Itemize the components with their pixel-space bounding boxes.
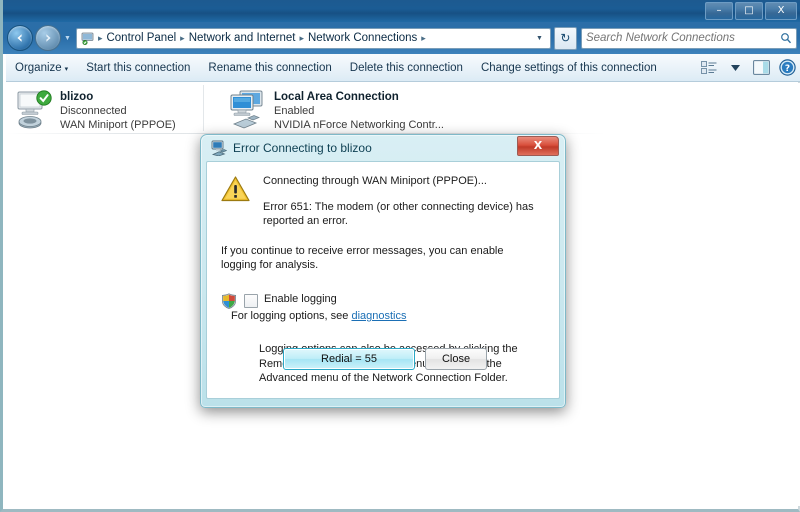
enable-logging-label: Enable logging: [264, 293, 337, 305]
search-input[interactable]: [585, 32, 780, 44]
dialog-buttons: Redial = 55 Close: [207, 348, 559, 370]
toolbar-item-organize-label: Organize: [15, 61, 62, 74]
list-item[interactable]: Local Area Connection Enabled NVIDIA nFo…: [228, 87, 478, 133]
chevron-down-icon: ▾: [64, 65, 69, 73]
help-icon[interactable]: ?: [775, 57, 799, 79]
breadcrumb-item-control-panel[interactable]: Control Panel: [103, 32, 179, 44]
network-connection-icon: [211, 140, 227, 156]
dialog-body: Connecting through WAN Miniport (PPPOE).…: [206, 161, 560, 399]
forward-arrow-icon[interactable]: [35, 25, 61, 51]
dialog-title: Error Connecting to blizoo: [233, 141, 372, 155]
dialup-connection-icon: [14, 90, 58, 132]
network-folder-icon: [80, 31, 95, 46]
connection-text: blizoo Disconnected WAN Miniport (PPPOE): [58, 90, 176, 132]
toolbar-item-delete-connection[interactable]: Delete this connection: [341, 58, 472, 78]
connection-device: NVIDIA nForce Networking Contr...: [274, 119, 444, 131]
views-icon[interactable]: [697, 57, 721, 79]
redial-button[interactable]: Redial = 55: [283, 348, 415, 370]
maximize-button[interactable]: □: [735, 2, 763, 20]
dialog-titlebar: Error Connecting to blizoo X: [206, 135, 560, 161]
search-box[interactable]: [580, 27, 797, 49]
message-continue: If you continue to receive error message…: [221, 245, 504, 271]
window-controls: – □ X: [705, 2, 797, 20]
preview-pane-icon[interactable]: [749, 57, 773, 79]
search-icon[interactable]: [780, 32, 792, 44]
dialog-close-action-button[interactable]: Close: [425, 348, 487, 370]
logging-section: Enable logging: [221, 292, 545, 309]
views-caret-icon[interactable]: [723, 57, 747, 79]
list-item[interactable]: blizoo Disconnected WAN Miniport (PPPOE): [14, 87, 194, 133]
back-arrow-icon[interactable]: [7, 25, 33, 51]
message-connecting: Connecting through WAN Miniport (PPPOE).…: [263, 175, 487, 187]
svg-text:?: ?: [784, 64, 789, 74]
lan-connection-icon: [228, 90, 272, 132]
address-bar: ▼ ▸ Control Panel ▸ Network and Internet…: [3, 22, 800, 54]
logging-texts: Enable logging: [258, 292, 337, 306]
error-dialog: Error Connecting to blizoo X Connecting …: [200, 134, 566, 408]
logging-options-prefix: For logging options, see: [231, 310, 352, 322]
toolbar-item-start-connection[interactable]: Start this connection: [77, 58, 199, 78]
connection-device: WAN Miniport (PPPOE): [60, 119, 176, 131]
connection-name: Local Area Connection: [274, 91, 399, 103]
breadcrumb-separator: ▸: [421, 32, 426, 43]
toolbar-item-organize[interactable]: Organize ▾: [6, 58, 77, 78]
connection-status: Disconnected: [60, 105, 127, 117]
chevron-down-icon[interactable]: ▼: [536, 35, 548, 42]
list-divider: [203, 85, 204, 131]
enable-logging-checkbox[interactable]: [244, 294, 258, 308]
toolbar-item-rename-connection[interactable]: Rename this connection: [199, 58, 340, 78]
warning-messages: Connecting through WAN Miniport (PPPOE).…: [251, 174, 535, 228]
uac-shield-icon: [221, 293, 237, 309]
close-button[interactable]: X: [765, 2, 797, 20]
warning-triangle-icon: [221, 175, 251, 203]
history-dropdown-icon[interactable]: ▼: [64, 35, 71, 42]
minimize-button[interactable]: –: [705, 2, 733, 20]
dialog-close-button[interactable]: X: [517, 136, 559, 156]
connection-name: blizoo: [60, 91, 94, 103]
message-error: Error 651: The modem (or other connectin…: [263, 201, 534, 227]
window-titlebar: – □ X: [3, 0, 800, 22]
command-toolbar: Organize ▾ Start this connection Rename t…: [6, 54, 800, 82]
warning-section: Connecting through WAN Miniport (PPPOE).…: [221, 174, 545, 228]
connection-status: Enabled: [274, 105, 315, 117]
logging-options-line: For logging options, see diagnostics: [221, 309, 545, 324]
explorer-window: – □ X ▼ ▸ Control Panel ▸ Network and In…: [0, 0, 800, 512]
connection-text: Local Area Connection Enabled NVIDIA nFo…: [272, 90, 444, 132]
toolbar-item-change-settings[interactable]: Change settings of this connection: [472, 58, 666, 78]
breadcrumb[interactable]: ▸ Control Panel ▸ Network and Internet ▸…: [75, 27, 551, 49]
breadcrumb-item-network-and-internet[interactable]: Network and Internet: [186, 32, 299, 44]
refresh-icon[interactable]: ↻: [553, 26, 577, 50]
breadcrumb-item-network-connections[interactable]: Network Connections: [305, 32, 420, 44]
diagnostics-link[interactable]: diagnostics: [351, 310, 406, 322]
